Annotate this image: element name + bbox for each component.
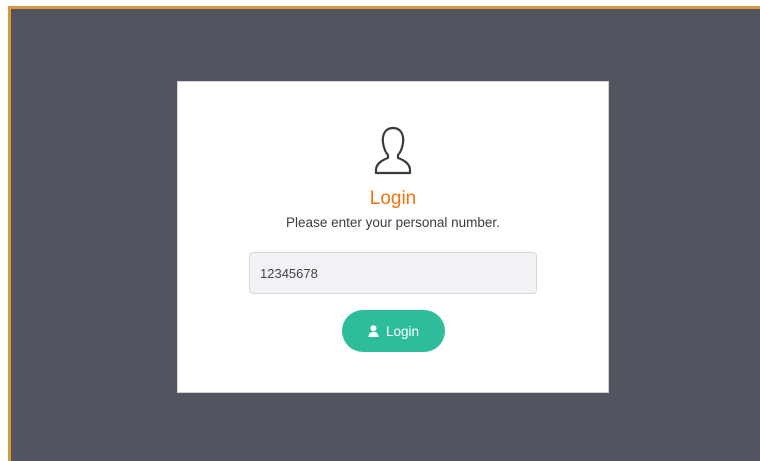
login-button[interactable]: Login <box>342 310 445 352</box>
page-background: Login Please enter your personal number.… <box>8 6 760 461</box>
login-card: Login Please enter your personal number.… <box>177 81 609 393</box>
login-subtitle: Please enter your personal number. <box>286 215 500 230</box>
user-solid-icon <box>368 325 379 337</box>
login-title: Login <box>369 188 417 209</box>
personal-number-input[interactable] <box>249 252 537 294</box>
login-button-label: Login <box>385 323 420 339</box>
user-outline-icon <box>374 126 412 175</box>
